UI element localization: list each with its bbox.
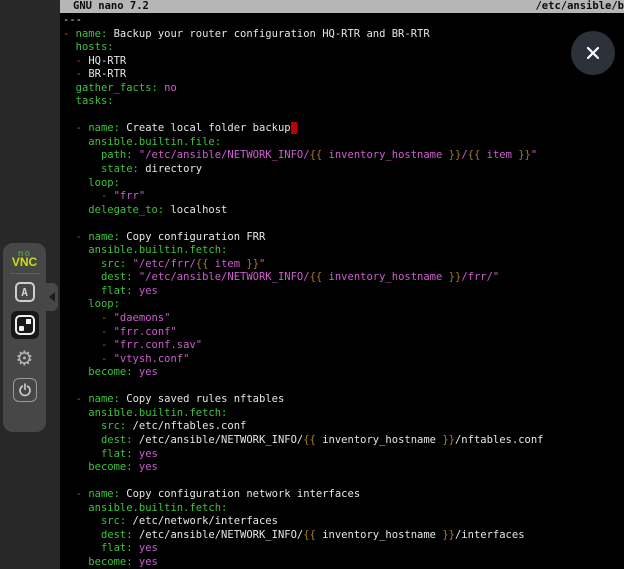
fullscreen-icon: [15, 315, 35, 335]
editor-line: - "vtysh.conf": [63, 353, 189, 365]
fullscreen-button[interactable]: [11, 311, 39, 339]
editor-text[interactable]: --- - name: Backup your router configura…: [63, 14, 544, 569]
vnc-control-panel: no VNC A ⚙: [3, 243, 46, 432]
editor-line: - "frr.conf.sav": [63, 339, 202, 351]
editor-line: dest: "/etc/ansible/NETWORK_INFO/{{ inve…: [63, 271, 499, 283]
editor-line: ansible.builtin.file:: [63, 136, 221, 148]
editor-line: - name: Backup your router configuration…: [63, 28, 430, 40]
editor-line: - name: Copy configuration FRR: [63, 231, 265, 243]
editor-line: loop:: [63, 298, 120, 310]
settings-button[interactable]: ⚙: [16, 346, 34, 370]
nano-version: GNU nano 7.2: [73, 0, 149, 13]
editor-line: - name: Copy configuration network inter…: [63, 488, 360, 500]
editor-line: - HQ-RTR: [63, 55, 126, 67]
close-icon: [584, 44, 602, 62]
editor-line: - "frr.conf": [63, 326, 177, 338]
editor-line: src: /etc/network/interfaces: [63, 515, 278, 527]
novnc-logo: no VNC: [12, 249, 37, 267]
gear-icon: ⚙: [16, 348, 34, 368]
editor-line: state: directory: [63, 163, 202, 175]
editor-line: tasks:: [63, 95, 114, 107]
editor-line: - "frr": [63, 190, 145, 202]
sidebar-collapse-handle[interactable]: [46, 283, 58, 311]
editor-line: become: yes: [63, 366, 158, 378]
editor-line: - "daemons": [63, 312, 171, 324]
cursor: [291, 122, 297, 134]
editor-line: flat: yes: [63, 285, 158, 297]
editor-line: dest: /etc/ansible/NETWORK_INFO/{{ inven…: [63, 529, 525, 541]
keyboard-button[interactable]: A: [15, 282, 35, 302]
editor-line: - BR-RTR: [63, 68, 126, 80]
editor-line: src: /etc/nftables.conf: [63, 420, 246, 432]
editor-line: flat: yes: [63, 448, 158, 460]
editor-line: - name: Copy saved rules nftables: [63, 393, 284, 405]
editor-line: gather_facts: no: [63, 82, 177, 94]
novnc-logo-bottom: VNC: [12, 258, 37, 267]
editor-line: src: "/etc/frr/{{ item }}": [63, 258, 265, 270]
nano-filename: /etc/ansible/b: [535, 0, 624, 13]
editor-line: path: "/etc/ansible/NETWORK_INFO/{{ inve…: [63, 149, 537, 161]
editor-line: flat: yes: [63, 542, 158, 554]
close-button[interactable]: [571, 31, 615, 75]
editor-line: become: yes: [63, 556, 158, 568]
panel-divider: [10, 273, 40, 274]
chevron-left-icon: [49, 292, 55, 302]
terminal-window: GNU nano 7.2 /etc/ansible/b --- - name: …: [60, 0, 624, 569]
editor-line: ---: [63, 14, 82, 26]
power-icon: [13, 378, 37, 402]
editor-line: ansible.builtin.fetch:: [63, 502, 227, 514]
nano-titlebar: GNU nano 7.2 /etc/ansible/b: [60, 0, 624, 13]
editor-line: - name: Create local folder backup: [63, 122, 297, 134]
power-button[interactable]: [13, 378, 37, 402]
editor-line: dest: /etc/ansible/NETWORK_INFO/{{ inven…: [63, 434, 544, 446]
editor-line: ansible.builtin.fetch:: [63, 244, 227, 256]
editor-line: delegate_to: localhost: [63, 204, 227, 216]
editor-line: become: yes: [63, 461, 158, 473]
vnc-sidebar: no VNC A ⚙: [0, 0, 60, 569]
keyboard-a-icon: A: [15, 282, 35, 302]
editor-line: hosts:: [63, 41, 114, 53]
editor-line: ansible.builtin.fetch:: [63, 407, 227, 419]
editor-line: loop:: [63, 177, 120, 189]
